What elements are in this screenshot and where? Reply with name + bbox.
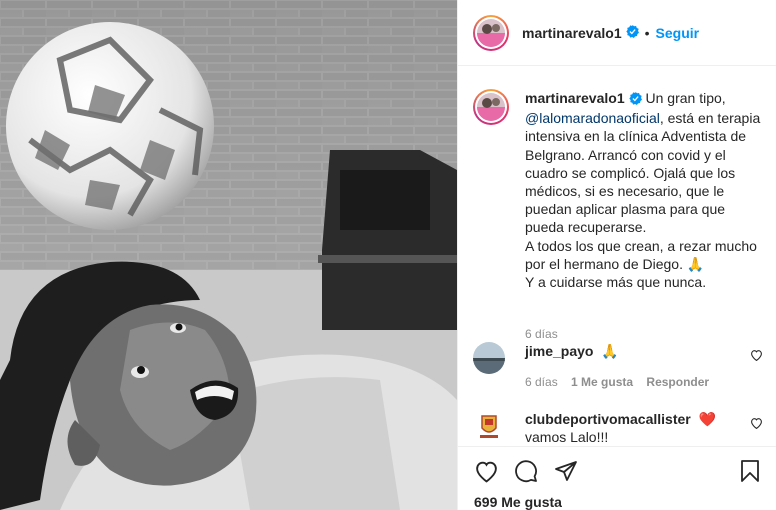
caption-avatar[interactable] — [473, 89, 509, 125]
caption-avatar-image — [477, 93, 505, 121]
comment-avatar[interactable] — [473, 342, 505, 374]
author-avatar-image — [477, 18, 505, 47]
caption-body-2: , está en terapia intensiva en la clínic… — [525, 110, 761, 236]
post-side-panel: martinarevalo1 • Seguir martinarevalo1 U… — [457, 0, 776, 510]
verified-badge-icon — [625, 24, 639, 41]
comment-text: 🙏 — [601, 343, 619, 359]
comment-body: clubdeportivomacallister ❤️ vamos Lalo!!… — [525, 410, 735, 446]
comment-avatar[interactable] — [473, 410, 505, 442]
caption-time[interactable]: 6 días — [525, 327, 558, 341]
follow-button[interactable]: Seguir — [656, 25, 700, 41]
post-photo[interactable] — [0, 0, 457, 510]
comment-username[interactable]: clubdeportivomacallister — [525, 411, 691, 427]
comment-body: jime_payo 🙏 — [525, 342, 735, 360]
post-header: martinarevalo1 • Seguir — [458, 0, 776, 66]
comments-list[interactable]: martinarevalo1 Un gran tipo, @lalomarado… — [458, 66, 776, 446]
separator-dot: • — [644, 24, 650, 41]
caption-text: martinarevalo1 Un gran tipo, @lalomarado… — [525, 89, 765, 291]
author-avatar[interactable] — [473, 14, 509, 51]
share-icon[interactable] — [554, 459, 578, 486]
author-username[interactable]: martinarevalo1 — [522, 25, 622, 41]
comment-meta: 6 días 1 Me gusta Responder — [525, 375, 709, 389]
caption-body-1: Un gran tipo, — [641, 90, 726, 106]
caption-body-4: Y a cuidarse más que nunca. — [525, 274, 707, 291]
caption-body-3: A todos los que crean, a rezar mucho por… — [525, 237, 757, 272]
comment-text: ❤️ — [698, 411, 717, 427]
comment-username[interactable]: jime_payo — [525, 343, 593, 359]
likes-count[interactable]: 699 Me gusta — [474, 494, 562, 510]
heart-icon[interactable] — [474, 459, 499, 486]
comment-likes[interactable]: 1 Me gusta — [571, 375, 633, 389]
bookmark-icon[interactable] — [739, 459, 761, 486]
caption-username[interactable]: martinarevalo1 — [525, 90, 625, 106]
comment-like-heart-icon[interactable] — [750, 416, 763, 432]
comment-time[interactable]: 6 días — [525, 375, 558, 389]
verified-badge-icon — [628, 91, 642, 109]
photo-image — [0, 0, 457, 510]
caption-mention[interactable]: @lalomaradonaoficial — [525, 110, 660, 126]
instagram-post: martinarevalo1 • Seguir martinarevalo1 U… — [0, 0, 776, 510]
comment-icon[interactable] — [514, 459, 538, 486]
comment-text-2: vamos Lalo!!! — [525, 429, 609, 445]
comment-like-heart-icon[interactable] — [750, 348, 763, 364]
post-actions-bar: 699 Me gusta — [458, 446, 776, 510]
reply-button[interactable]: Responder — [646, 375, 709, 389]
